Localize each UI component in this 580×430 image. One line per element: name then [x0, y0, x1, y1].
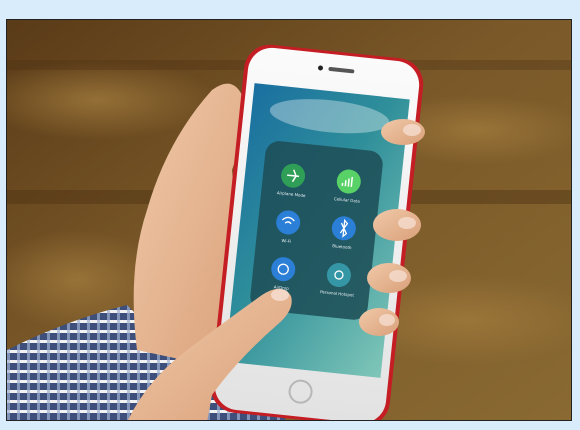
- photo-frame: Airplane Mode Cellular Data Wi-Fi Blueto…: [6, 19, 572, 421]
- toggle-label: Wi-Fi: [281, 238, 291, 244]
- pointing-fingernail: [271, 289, 289, 301]
- photo: Airplane Mode Cellular Data Wi-Fi Blueto…: [7, 20, 571, 420]
